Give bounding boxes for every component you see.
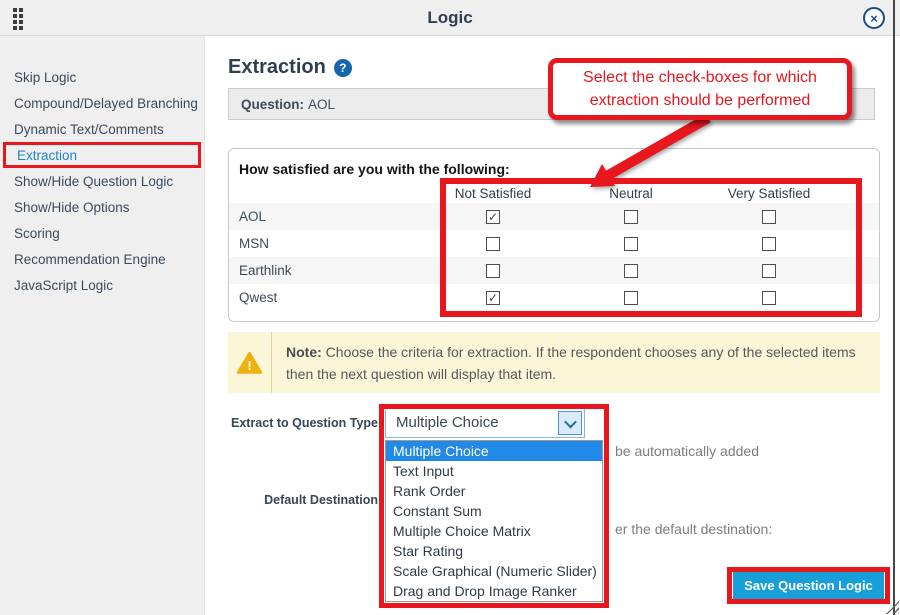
checkbox-msn-not-satisfied[interactable] xyxy=(486,237,500,251)
sidebar-item-compound-delayed-branching[interactable]: Compound/Delayed Branching xyxy=(0,90,204,116)
question-type-option-list: Multiple ChoiceText InputRank OrderConst… xyxy=(385,440,603,602)
window-right-border xyxy=(893,0,895,615)
question-bar-value: AOL xyxy=(308,97,335,112)
matrix-header-row: Not SatisfiedNeutralVery Satisfied xyxy=(229,183,879,203)
sidebar-item-show-hide-options[interactable]: Show/Hide Options xyxy=(0,194,204,220)
svg-text:!: ! xyxy=(247,358,251,373)
question-type-selected-value: Multiple Choice xyxy=(396,409,499,437)
sidebar-item-dynamic-text-comments[interactable]: Dynamic Text/Comments xyxy=(0,116,204,142)
page-title: Extraction xyxy=(228,56,326,79)
dialog-titlebar: Logic × xyxy=(0,0,900,36)
default-destination-label: Default Destination xyxy=(228,493,378,507)
dialog-title: Logic xyxy=(0,0,900,36)
warning-icon: ! xyxy=(236,351,263,375)
checkbox-aol-neutral[interactable] xyxy=(624,210,638,224)
matrix-row-label: MSN xyxy=(229,236,424,251)
extract-type-label: Extract to Question Type xyxy=(228,416,378,430)
option-text-input[interactable]: Text Input xyxy=(386,461,602,481)
sidebar-item-show-hide-question-logic[interactable]: Show/Hide Question Logic xyxy=(0,168,204,194)
hint-added-text: be automatically added xyxy=(615,443,759,459)
note-banner: ! Note: Choose the criteria for extracti… xyxy=(228,332,880,393)
annotation-line1: Select the check-boxes for which xyxy=(553,66,847,89)
question-type-select[interactable]: Multiple Choice xyxy=(385,408,585,438)
matrix-row-msn: MSN xyxy=(229,230,879,257)
option-star-rating[interactable]: Star Rating xyxy=(386,541,602,561)
checkbox-earthlink-very-satisfied[interactable] xyxy=(762,264,776,278)
annotation-callout: Select the check-boxes for which extract… xyxy=(548,58,852,120)
option-multiple-choice[interactable]: Multiple Choice xyxy=(386,441,602,461)
matrix-rows: AOL ✓ MSN Earthlink Qwest ✓ xyxy=(229,203,879,311)
help-icon[interactable]: ? xyxy=(334,59,352,77)
matrix-card: How satisfied are you with the following… xyxy=(228,148,880,322)
option-rank-order[interactable]: Rank Order xyxy=(386,481,602,501)
checkbox-qwest-not-satisfied[interactable]: ✓ xyxy=(486,291,500,305)
matrix-column-header-neutral: Neutral xyxy=(562,186,700,201)
checkbox-msn-neutral[interactable] xyxy=(624,237,638,251)
checkbox-qwest-neutral[interactable] xyxy=(624,291,638,305)
matrix-column-header-not-satisfied: Not Satisfied xyxy=(424,186,562,201)
matrix-row-qwest: Qwest ✓ xyxy=(229,284,879,311)
checkbox-earthlink-not-satisfied[interactable] xyxy=(486,264,500,278)
sidebar-item-recommendation-engine[interactable]: Recommendation Engine xyxy=(0,246,204,272)
annotation-line2: extraction should be performed xyxy=(553,89,847,112)
sidebar-item-skip-logic[interactable]: Skip Logic xyxy=(0,64,204,90)
sidebar: Skip LogicCompound/Delayed BranchingDyna… xyxy=(0,36,205,615)
matrix-row-label: AOL xyxy=(229,209,424,224)
checkbox-earthlink-neutral[interactable] xyxy=(624,264,638,278)
page-title-row: Extraction ? xyxy=(228,56,352,79)
checkbox-aol-very-satisfied[interactable] xyxy=(762,210,776,224)
logic-dialog: Logic × Skip LogicCompound/Delayed Branc… xyxy=(0,0,900,615)
option-scale-graphical-numeric-slider[interactable]: Scale Graphical (Numeric Slider) xyxy=(386,561,602,581)
matrix-row-aol: AOL ✓ xyxy=(229,203,879,230)
sidebar-item-extraction[interactable]: Extraction xyxy=(3,142,201,168)
hint-destination-text: er the default destination: xyxy=(615,521,772,537)
checkbox-qwest-very-satisfied[interactable] xyxy=(762,291,776,305)
matrix-row-earthlink: Earthlink xyxy=(229,257,879,284)
question-bar-label: Question: xyxy=(241,97,304,112)
matrix-row-label: Qwest xyxy=(229,290,424,305)
matrix-column-header-very-satisfied: Very Satisfied xyxy=(700,186,838,201)
close-icon[interactable]: × xyxy=(863,7,885,29)
sidebar-item-javascript-logic[interactable]: JavaScript Logic xyxy=(0,272,204,298)
option-constant-sum[interactable]: Constant Sum xyxy=(386,501,602,521)
checkbox-msn-very-satisfied[interactable] xyxy=(762,237,776,251)
option-drag-and-drop-image-ranker[interactable]: Drag and Drop Image Ranker xyxy=(386,581,602,601)
save-question-logic-button[interactable]: Save Question Logic xyxy=(733,572,884,599)
chevron-down-icon[interactable] xyxy=(558,411,582,435)
matrix-row-label: Earthlink xyxy=(229,263,424,278)
option-multiple-choice-matrix[interactable]: Multiple Choice Matrix xyxy=(386,521,602,541)
note-text: Note: Choose the criteria for extraction… xyxy=(272,332,880,393)
matrix-question-title: How satisfied are you with the following… xyxy=(229,149,879,183)
sidebar-item-scoring[interactable]: Scoring xyxy=(0,220,204,246)
checkbox-aol-not-satisfied[interactable]: ✓ xyxy=(486,210,500,224)
